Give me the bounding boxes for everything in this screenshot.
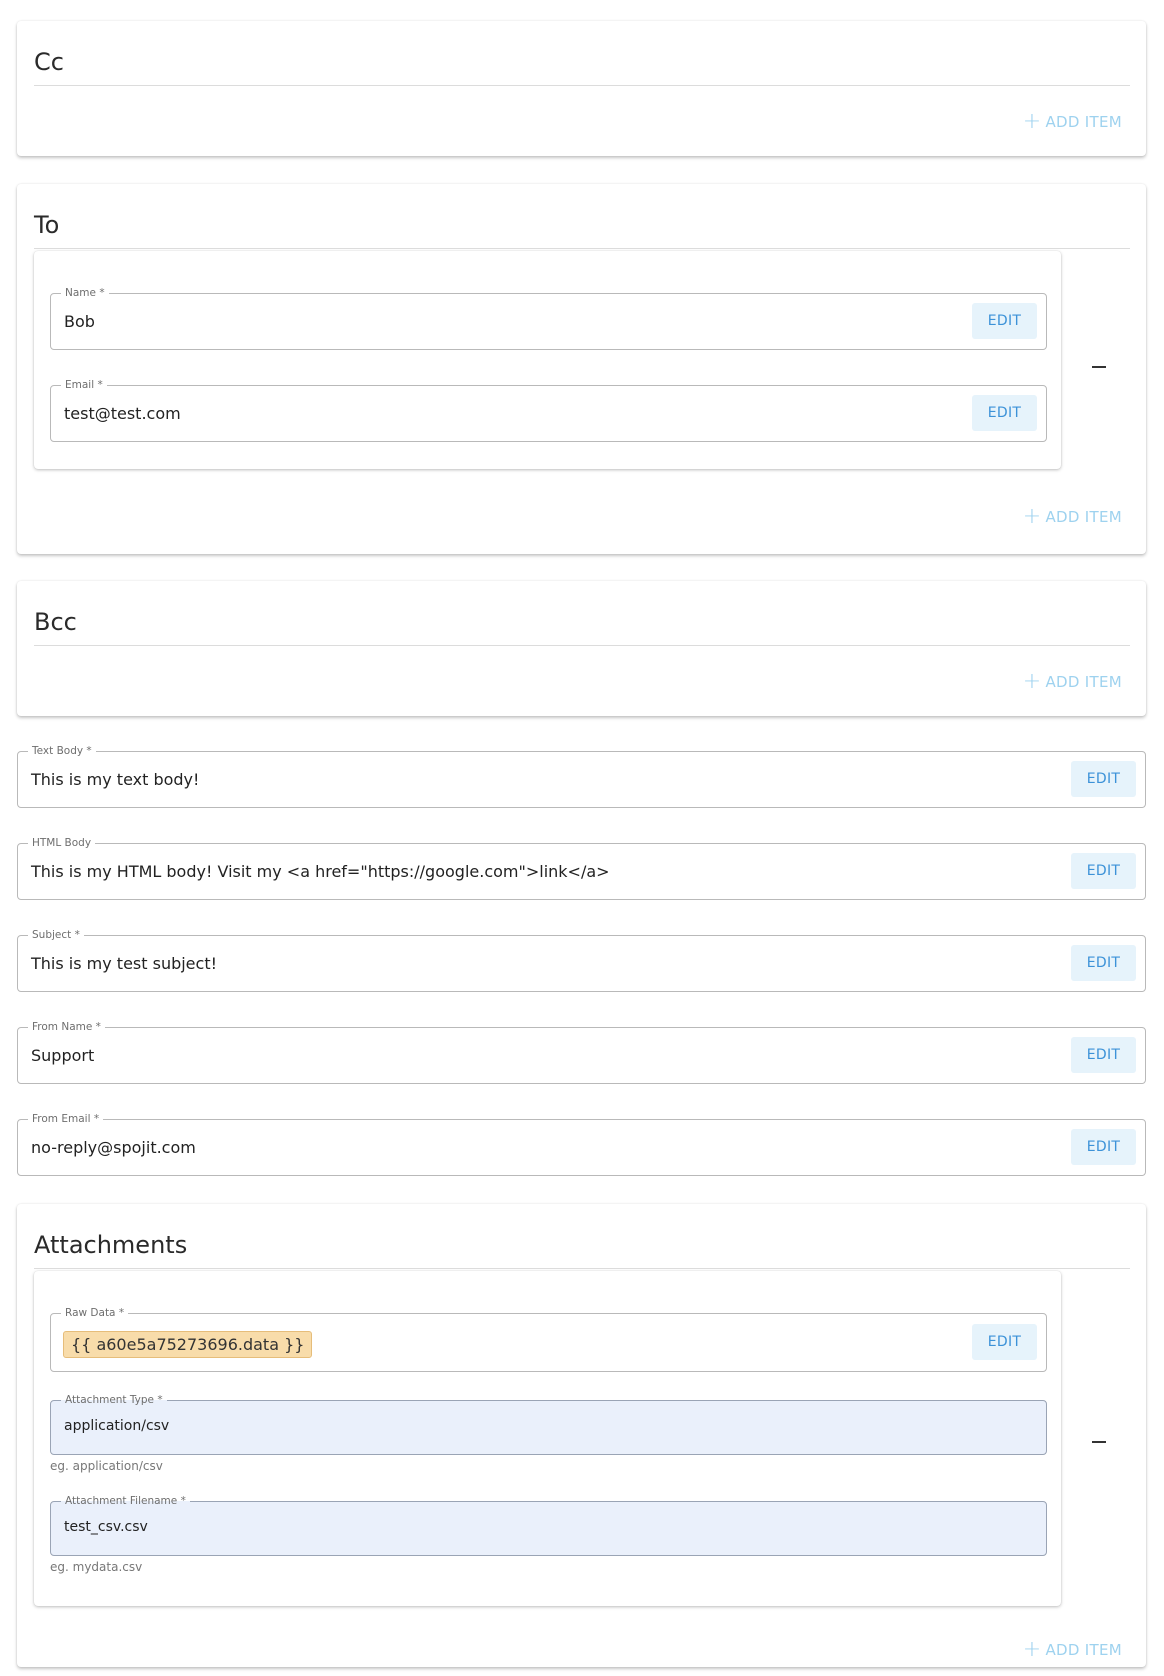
bcc-add-item-label: ADD ITEM xyxy=(1045,673,1122,691)
plus-icon: + xyxy=(1022,504,1042,529)
subject-field[interactable]: Subject * This is my test subject! EDIT xyxy=(17,928,1146,992)
attachment-type-label: Attachment Type * xyxy=(61,1393,167,1407)
text-body-edit-button[interactable]: EDIT xyxy=(1071,761,1136,797)
from-name-label: From Name * xyxy=(28,1020,105,1034)
attachment-filename-helper: eg. mydata.csv xyxy=(50,1560,143,1574)
plus-icon: + xyxy=(1022,1637,1042,1662)
html-body-value: This is my HTML body! Visit my <a href="… xyxy=(31,862,610,881)
attachment-filename-value: test_csv.csv xyxy=(64,1519,148,1535)
to-section: To Name * Bob EDIT Email * test@test.com… xyxy=(17,184,1146,554)
raw-data-edit-button[interactable]: EDIT xyxy=(972,1324,1037,1360)
from-email-value: no-reply@spojit.com xyxy=(31,1138,196,1157)
attachment-type-field[interactable]: Attachment Type * application/csv xyxy=(50,1393,1047,1455)
bcc-section: Bcc + ADD ITEM xyxy=(17,581,1146,716)
to-name-label: Name * xyxy=(61,286,109,300)
subject-edit-button[interactable]: EDIT xyxy=(1071,945,1136,981)
to-email-field[interactable]: Email * test@test.com EDIT xyxy=(50,378,1047,442)
attachment-filename-field[interactable]: Attachment Filename * test_csv.csv xyxy=(50,1494,1047,1556)
from-email-field[interactable]: From Email * no-reply@spojit.com EDIT xyxy=(17,1112,1146,1176)
text-body-label: Text Body * xyxy=(28,744,96,758)
from-name-value: Support xyxy=(31,1046,95,1065)
from-email-label: From Email * xyxy=(28,1112,104,1126)
attachments-add-item-label: ADD ITEM xyxy=(1045,1641,1122,1659)
raw-data-label: Raw Data * xyxy=(61,1306,129,1320)
from-email-edit-button[interactable]: EDIT xyxy=(1071,1129,1136,1165)
cc-add-item-button[interactable]: + ADD ITEM xyxy=(1022,109,1122,134)
attachments-add-item-button[interactable]: + ADD ITEM xyxy=(1022,1637,1122,1662)
to-email-label: Email * xyxy=(61,378,107,392)
plus-icon: + xyxy=(1022,669,1042,694)
to-email-edit-button[interactable]: EDIT xyxy=(972,395,1037,431)
to-item: Name * Bob EDIT Email * test@test.com ED… xyxy=(34,251,1061,469)
attachments-section: Attachments Raw Data * {{ a60e5a75273696… xyxy=(17,1204,1146,1667)
bcc-title: Bcc xyxy=(34,607,1130,646)
to-name-field[interactable]: Name * Bob EDIT xyxy=(50,286,1047,350)
html-body-edit-button[interactable]: EDIT xyxy=(1071,853,1136,889)
raw-data-field[interactable]: Raw Data * {{ a60e5a75273696.data }} EDI… xyxy=(50,1306,1047,1372)
text-body-value: This is my text body! xyxy=(31,770,200,789)
to-email-value: test@test.com xyxy=(64,404,181,423)
cc-title: Cc xyxy=(34,47,1130,86)
attachment-type-value: application/csv xyxy=(64,1418,170,1434)
subject-label: Subject * xyxy=(28,928,84,942)
to-add-item-label: ADD ITEM xyxy=(1045,508,1122,526)
attachments-title: Attachments xyxy=(34,1230,1130,1269)
cc-add-item-label: ADD ITEM xyxy=(1045,113,1122,131)
attachment-item: Raw Data * {{ a60e5a75273696.data }} EDI… xyxy=(34,1271,1061,1606)
plus-icon: + xyxy=(1022,109,1042,134)
cc-section: Cc + ADD ITEM xyxy=(17,21,1146,156)
remove-to-item-icon[interactable] xyxy=(1092,366,1106,368)
attachment-type-helper: eg. application/csv xyxy=(50,1459,163,1473)
subject-value: This is my test subject! xyxy=(31,954,218,973)
from-name-field[interactable]: From Name * Support EDIT xyxy=(17,1020,1146,1084)
from-name-edit-button[interactable]: EDIT xyxy=(1071,1037,1136,1073)
to-title: To xyxy=(34,210,1130,249)
text-body-field[interactable]: Text Body * This is my text body! EDIT xyxy=(17,744,1146,808)
to-name-edit-button[interactable]: EDIT xyxy=(972,303,1037,339)
html-body-field[interactable]: HTML Body This is my HTML body! Visit my… xyxy=(17,836,1146,900)
remove-attachment-item-icon[interactable] xyxy=(1092,1441,1106,1443)
raw-data-variable-chip[interactable]: {{ a60e5a75273696.data }} xyxy=(63,1331,313,1358)
html-body-label: HTML Body xyxy=(28,836,96,850)
to-name-value: Bob xyxy=(64,312,95,331)
bcc-add-item-button[interactable]: + ADD ITEM xyxy=(1022,669,1122,694)
attachment-filename-label: Attachment Filename * xyxy=(61,1494,190,1508)
to-add-item-button[interactable]: + ADD ITEM xyxy=(1022,504,1122,529)
